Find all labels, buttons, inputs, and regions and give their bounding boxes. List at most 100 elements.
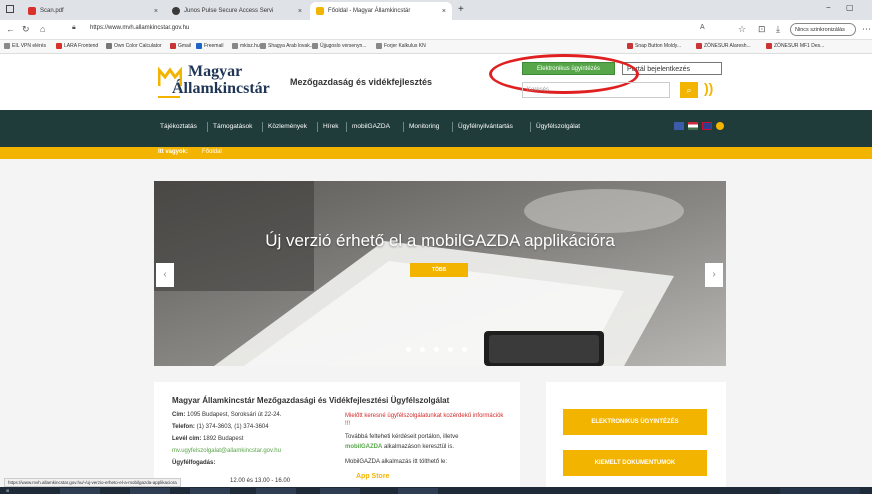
info-title: Magyar Államkincstár Mezőgazdasági és Vi… xyxy=(172,396,450,405)
bookmark-item[interactable]: EIL VPN elérés xyxy=(4,43,46,49)
logo-underline xyxy=(158,96,180,98)
slider-next-button[interactable]: › xyxy=(705,263,723,287)
bookmark-item[interactable]: Freemail xyxy=(196,43,223,49)
tab-actions-icon[interactable] xyxy=(6,5,14,13)
logo-text-allamkincstar[interactable]: Államkincstár xyxy=(172,80,270,98)
nav-separator xyxy=(346,122,347,132)
info-phone: Telefon: (1) 374-3603, (1) 374-3604 xyxy=(172,424,269,430)
url-field[interactable]: https://www.mvh.allamkincstar.gov.hu xyxy=(90,25,189,31)
slide-more-button[interactable]: TÖBB xyxy=(410,263,468,277)
lock-icon: 🔒︎ xyxy=(72,24,76,31)
search-icon[interactable]: ⌕ xyxy=(680,82,698,98)
new-tab-button[interactable]: + xyxy=(458,4,464,15)
nav-separator xyxy=(317,122,318,132)
nav-item-ugyfelszolgalat[interactable]: Ügyfélszolgálat xyxy=(536,123,580,130)
info-note-1: Továbbá felteheti kérdéseit portálon, il… xyxy=(345,434,459,440)
maximize-icon[interactable]: ▢ xyxy=(846,3,854,12)
logo-text-magyar[interactable]: Magyar xyxy=(188,63,242,81)
info-address: Cím: 1095 Budapest, Soroksári út 22-24. xyxy=(172,412,282,418)
nav-item-tajekoztatas[interactable]: Tájékoztatás xyxy=(160,123,197,130)
uk-flag-icon[interactable] xyxy=(702,122,712,130)
taskbar-app-icon[interactable] xyxy=(398,488,438,494)
read-aloud-icon[interactable]: A xyxy=(700,24,705,31)
minimize-icon[interactable]: − xyxy=(826,3,831,12)
system-tray-icon[interactable] xyxy=(780,488,860,494)
slider-dot[interactable] xyxy=(406,347,411,352)
nav-item-kozlemenyek[interactable]: Közlemények xyxy=(268,123,307,130)
info-warning[interactable]: Mielőtt keresné ügyfélszolgálatunkat koz… xyxy=(345,412,505,428)
status-bar-url: https://www.mvh.allamkincstar.gov.hu/-/u… xyxy=(4,478,181,487)
slider-prev-button[interactable]: ‹ xyxy=(156,263,174,287)
rss-icon[interactable]: )) xyxy=(704,80,713,96)
bookmark-item[interactable]: Gmail xyxy=(170,43,191,49)
facebook-icon[interactable] xyxy=(674,122,684,130)
bookmark-item[interactable]: mkisz.hu xyxy=(232,43,260,49)
nav-item-ugyfelnyilvantartas[interactable]: Ügyfélnyilvántartás xyxy=(458,123,513,130)
info-note-3: MobilGAZDA alkalmazás itt tölthető le: xyxy=(345,459,448,465)
slide-title: Új verzió érhető el a mobilGAZDA appliká… xyxy=(265,231,615,250)
refresh-icon[interactable]: ↻ xyxy=(22,24,30,35)
breadcrumb xyxy=(0,147,872,159)
taskbar-app-icon[interactable] xyxy=(320,488,360,494)
accessibility-icon[interactable] xyxy=(716,122,724,130)
breadcrumb-home-link[interactable]: Főoldal xyxy=(202,149,222,155)
elektronikus-ugyintezes-side-button[interactable]: ELEKTRONIKUS ÜGYINTÉZÉS xyxy=(563,409,707,435)
sync-label: Nincs szinkronizálás xyxy=(795,26,845,33)
back-icon[interactable]: ← xyxy=(6,24,15,34)
tab-label: Junos Pulse Secure Access Servi xyxy=(184,8,274,14)
nav-separator xyxy=(530,122,531,132)
globe-icon xyxy=(172,7,180,15)
side-card xyxy=(546,382,726,494)
tab-foldal[interactable]: Főoldal - Magyar Államkincstár × xyxy=(310,2,452,20)
bookmark-item[interactable]: Snap Button Moldy... xyxy=(627,43,681,49)
tab-label: Főoldal - Magyar Államkincstár xyxy=(328,8,411,14)
taskbar-app-icon[interactable] xyxy=(130,488,170,494)
slider-dot-active[interactable] xyxy=(420,347,425,352)
close-icon[interactable]: × xyxy=(442,8,446,15)
hungarian-flag-icon[interactable] xyxy=(688,122,698,130)
taskbar-app-icon[interactable] xyxy=(256,488,296,494)
taskbar-app-icon[interactable] xyxy=(60,488,100,494)
info-note-2: mobilGAZDA alkalmazáson keresztül is. xyxy=(345,444,455,450)
search-input[interactable]: Keresés xyxy=(522,82,670,98)
slider-dot[interactable] xyxy=(448,347,453,352)
more-icon[interactable]: ⋯ xyxy=(862,24,871,35)
bookmark-item[interactable]: LARA Frontend xyxy=(56,43,98,49)
sync-button[interactable]: Nincs szinkronizálás xyxy=(790,23,856,36)
info-email[interactable]: mv.ugyfelszolgalat@allamkincstar.gov.hu xyxy=(172,448,281,454)
nav-item-mobilgazda[interactable]: mobilGAZDA xyxy=(352,123,390,130)
nav-separator xyxy=(207,122,208,132)
nav-separator xyxy=(452,122,453,132)
start-icon[interactable]: ⊞ xyxy=(6,488,9,494)
bookmark-item[interactable]: Own Color Calculator xyxy=(106,43,162,49)
screen: Scan.pdf × Junos Pulse Secure Access Ser… xyxy=(0,0,872,494)
close-icon[interactable]: × xyxy=(154,8,158,15)
kiemelt-dokumentumok-button[interactable]: KIEMELT DOKUMENTUMOK xyxy=(563,450,707,476)
site-header xyxy=(0,54,872,110)
favorites-icon[interactable]: ☆ xyxy=(738,24,746,35)
nav-separator xyxy=(262,122,263,132)
site-tagline: Mezőgazdaság és vidékfejlesztés xyxy=(290,77,433,87)
close-icon[interactable]: × xyxy=(298,8,302,15)
bookmark-item[interactable]: ZÖNESUR Alaresh... xyxy=(696,43,751,49)
bookmark-item[interactable]: Forjer Kalkulus KN xyxy=(376,43,426,49)
tab-junos[interactable]: Junos Pulse Secure Access Servi × xyxy=(166,2,308,20)
nav-item-hirek[interactable]: Hírek xyxy=(323,123,339,130)
bookmark-item[interactable]: ZÖNESUR MF1 Des... xyxy=(766,43,824,49)
collections-icon[interactable]: ⊡ xyxy=(758,24,766,35)
slider-dot[interactable] xyxy=(434,347,439,352)
bookmark-item[interactable]: Újjugoslo versenyn... xyxy=(312,43,366,49)
nav-separator xyxy=(403,122,404,132)
slider-dot[interactable] xyxy=(462,347,467,352)
download-icon[interactable]: ⤓ xyxy=(776,24,780,35)
nav-item-tamogatasok[interactable]: Támogatások xyxy=(213,123,252,130)
kincstar-favicon-icon xyxy=(316,7,324,15)
info-reception: Ügyfélfogadás: xyxy=(172,460,216,466)
nav-item-monitoring[interactable]: Monitoring xyxy=(409,123,439,130)
taskbar-app-icon[interactable] xyxy=(190,488,230,494)
home-icon[interactable]: ⌂ xyxy=(40,24,45,34)
tab-scan[interactable]: Scan.pdf × xyxy=(22,2,164,20)
breadcrumb-label: Itt vagyok: xyxy=(158,149,189,155)
bookmark-item[interactable]: Shagya Arab lovak... xyxy=(260,43,314,49)
app-store-link[interactable]: App Store xyxy=(356,473,389,480)
